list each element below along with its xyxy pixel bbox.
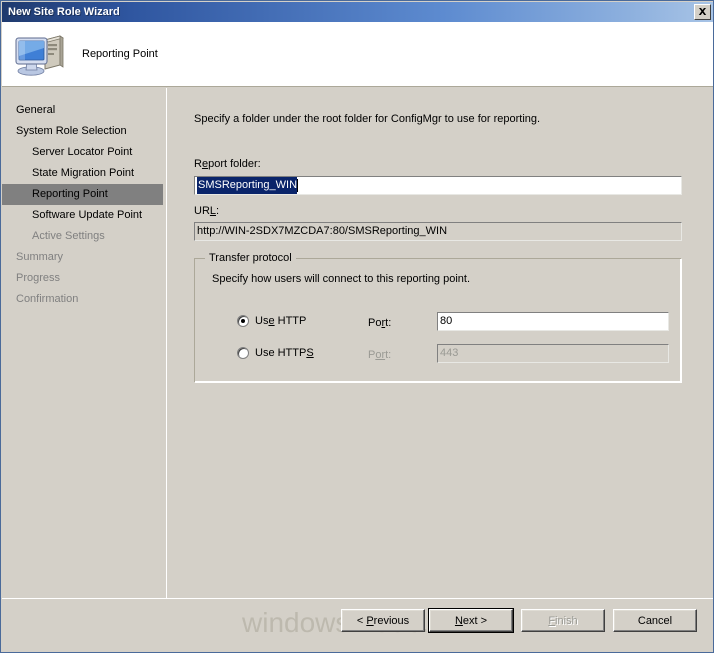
radio-http-mark	[237, 315, 249, 327]
https-port-label: Port:	[368, 349, 392, 361]
http-port-label: Port:	[368, 317, 392, 329]
wizard-step-list: General System Role Selection Server Loc…	[2, 88, 167, 598]
sidebar-item-confirmation: Confirmation	[16, 293, 79, 305]
radio-http-label: Use HTTP	[255, 315, 307, 327]
http-port-input[interactable]: 80	[437, 312, 669, 331]
window-title: New Site Role Wizard	[8, 6, 120, 18]
title-bar: New Site Role Wizard	[2, 2, 713, 22]
cancel-button[interactable]: Cancel	[613, 609, 697, 632]
sidebar-item-progress: Progress	[16, 272, 61, 284]
instruction-text: Specify a folder under the root folder f…	[194, 113, 541, 125]
close-icon	[698, 8, 707, 15]
url-value: http://WIN-2SDX7MZCDA7:80/SMSReporting_W…	[197, 225, 448, 237]
wizard-header: Reporting Point	[2, 22, 713, 87]
radio-https-label: Use HTTPS	[255, 347, 314, 359]
sidebar-item-server-locator-point[interactable]: Server Locator Point	[2, 142, 166, 163]
radio-https-mark	[237, 347, 249, 359]
wizard-dialog: New Site Role Wizard Reporting Point Gen…	[0, 0, 714, 653]
report-folder-input[interactable]: SMSReporting_WIN	[194, 176, 682, 195]
transfer-protocol-group: Transfer protocol Specify how users will…	[194, 252, 682, 383]
sidebar-item-summary: Summary	[16, 251, 64, 263]
sidebar-item-general[interactable]: General	[2, 100, 166, 121]
text-caret	[297, 179, 299, 192]
sidebar-item-active-settings: Active Settings	[32, 230, 105, 242]
page-title: Reporting Point	[82, 48, 158, 60]
url-label: URL:	[194, 205, 220, 217]
sidebar-item-reporting-point[interactable]: Reporting Point	[2, 184, 163, 205]
dialog-body: General System Role Selection Server Loc…	[2, 88, 713, 598]
sidebar-item-system-role-selection[interactable]: System Role Selection	[2, 121, 166, 142]
radio-use-http[interactable]: Use HTTP	[237, 315, 306, 327]
https-port-value: 443	[440, 347, 459, 359]
report-folder-value: SMSReporting_WIN	[197, 177, 298, 194]
next-button[interactable]: Next >	[428, 608, 514, 633]
url-input[interactable]: http://WIN-2SDX7MZCDA7:80/SMSReporting_W…	[194, 222, 682, 241]
report-folder-label: Report folder:	[194, 158, 261, 170]
https-port-input: 443	[437, 344, 669, 363]
finish-button: Finish	[521, 609, 605, 632]
transfer-protocol-description: Specify how users will connect to this r…	[212, 273, 471, 285]
transfer-protocol-legend: Transfer protocol	[205, 252, 296, 264]
http-port-value: 80	[440, 315, 453, 327]
previous-button[interactable]: < Previous	[341, 609, 425, 632]
close-button[interactable]	[694, 4, 711, 20]
dialog-footer: windows-noob.com < Previous Next > Finis…	[2, 598, 713, 652]
sidebar-item-state-migration-point[interactable]: State Migration Point	[2, 163, 166, 184]
computer-icon	[15, 35, 64, 76]
radio-use-https[interactable]: Use HTTPS	[237, 347, 314, 359]
sidebar-item-software-update-point[interactable]: Software Update Point	[2, 205, 166, 226]
wizard-page-content: Specify a folder under the root folder f…	[168, 88, 713, 598]
